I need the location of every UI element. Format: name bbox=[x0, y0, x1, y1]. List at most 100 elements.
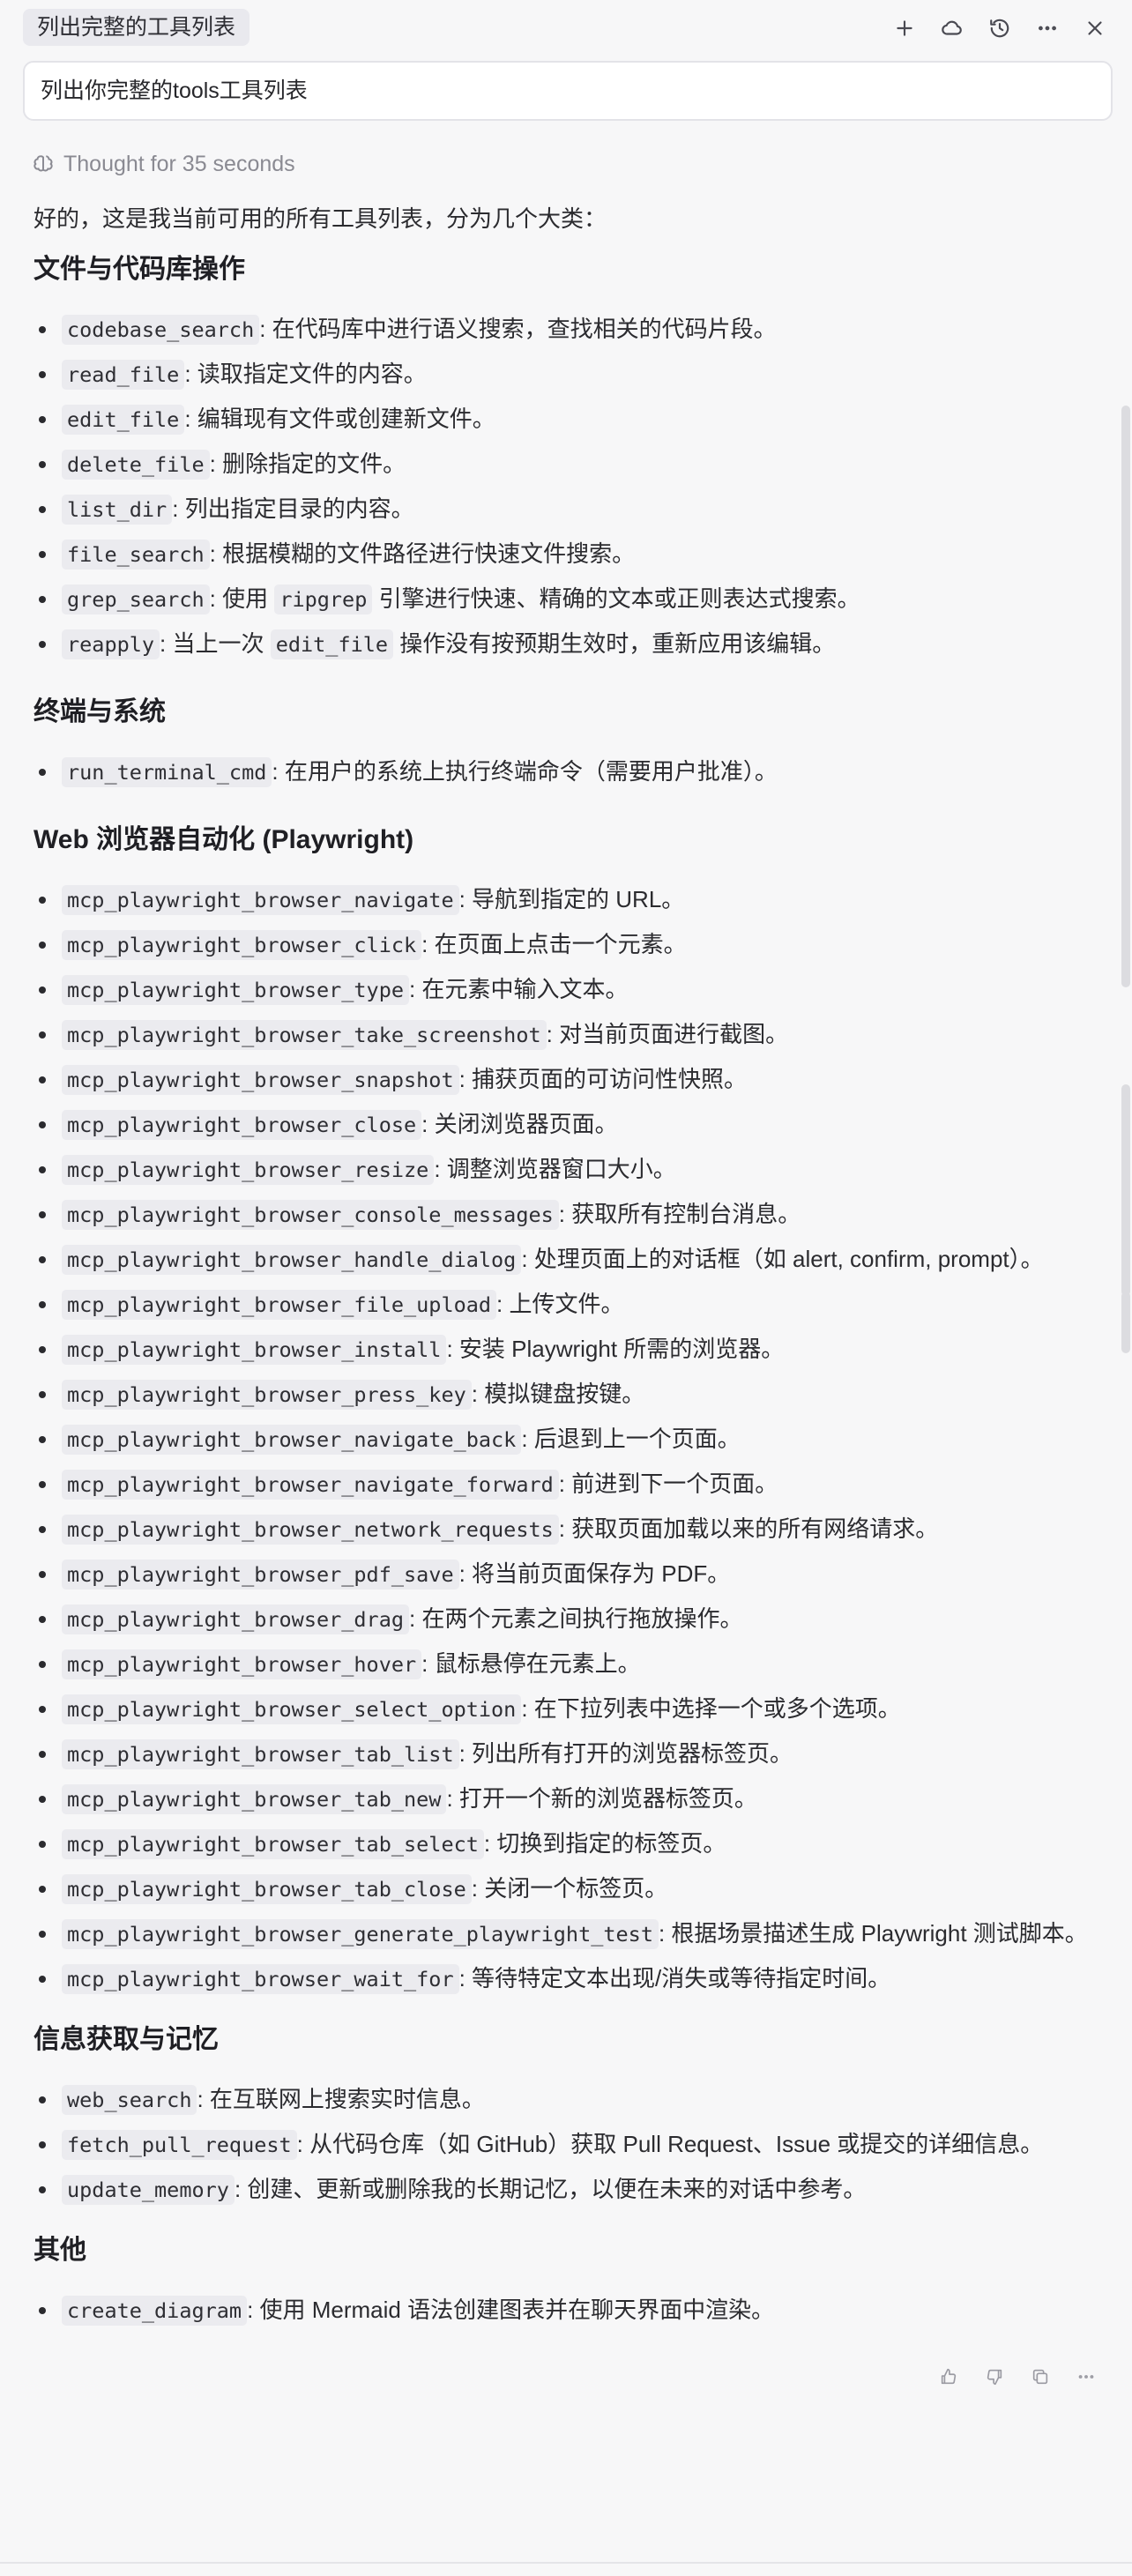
tool-list-item: codebase_search: 在代码库中进行语义搜索，查找相关的代码片段。 bbox=[34, 307, 1091, 352]
cloud-button[interactable] bbox=[935, 11, 970, 46]
tool-description: : 捕获页面的可访问性快照。 bbox=[458, 1066, 748, 1092]
tool-list: mcp_playwright_browser_navigate: 导航到指定的 … bbox=[34, 877, 1091, 2001]
tool-list-item: mcp_playwright_browser_pdf_save: 将当前页面保存… bbox=[34, 1552, 1091, 1597]
toolbar bbox=[887, 11, 1113, 46]
tool-name: mcp_playwright_browser_press_key bbox=[62, 1380, 472, 1410]
tool-list-item: mcp_playwright_browser_navigate: 导航到指定的 … bbox=[34, 877, 1091, 922]
section-title: 文件与代码库操作 bbox=[34, 255, 245, 284]
tool-description: : 切换到指定的标签页。 bbox=[483, 1830, 726, 1857]
tool-list-item: mcp_playwright_browser_snapshot: 捕获页面的可访… bbox=[34, 1057, 1091, 1102]
tool-description: : 获取页面加载以来的所有网络请求。 bbox=[558, 1515, 939, 1542]
new-chat-button[interactable] bbox=[887, 11, 922, 46]
message-more-button[interactable] bbox=[1072, 2363, 1100, 2391]
tool-description: : 前进到下一个页面。 bbox=[558, 1470, 778, 1497]
tool-description: : 列出指定目录的内容。 bbox=[172, 495, 414, 522]
tool-list-item: mcp_playwright_browser_press_key: 模拟键盘按键… bbox=[34, 1372, 1091, 1417]
tool-list-item: file_search: 根据模糊的文件路径进行快速文件搜索。 bbox=[34, 532, 1091, 577]
tool-description: : 当上一次 bbox=[160, 630, 271, 657]
section-title: Web 浏览器自动化 (Playwright) bbox=[34, 825, 414, 854]
tool-description: : 编辑现有文件或创建新文件。 bbox=[184, 406, 495, 432]
tool-name: delete_file bbox=[62, 450, 210, 480]
tool-description: : 创建、更新或删除我的长期记忆，以便在未来的对话中参考。 bbox=[234, 2176, 867, 2202]
tool-description: : 使用 bbox=[209, 585, 275, 612]
tool-list: web_search: 在互联网上搜索实时信息。 fetch_pull_reque… bbox=[34, 2077, 1091, 2212]
tool-list-item: edit_file: 编辑现有文件或创建新文件。 bbox=[34, 397, 1091, 442]
tool-name: mcp_playwright_browser_tab_list bbox=[62, 1739, 459, 1769]
tool-list-item: run_terminal_cmd: 在用户的系统上执行终端命令（需要用户批准）。 bbox=[34, 749, 1091, 794]
inline-code: edit_file bbox=[270, 629, 394, 659]
tool-list-item: mcp_playwright_browser_install: 安装 Playw… bbox=[34, 1327, 1091, 1372]
title-bar: 列出完整的工具列表 bbox=[0, 0, 1132, 56]
tool-description: : 列出所有打开的浏览器标签页。 bbox=[458, 1740, 793, 1767]
tool-list-item: list_dir: 列出指定目录的内容。 bbox=[34, 487, 1091, 532]
tool-name: mcp_playwright_browser_resize bbox=[62, 1155, 435, 1185]
tool-description: : 打开一个新的浏览器标签页。 bbox=[446, 1785, 757, 1812]
tool-description: : 等待特定文本出现/消失或等待指定时间。 bbox=[458, 1965, 891, 1992]
tool-description: : 在两个元素之间执行拖放操作。 bbox=[409, 1605, 743, 1632]
tool-name: mcp_playwright_browser_type bbox=[62, 975, 410, 1005]
tool-description: : 关闭一个标签页。 bbox=[471, 1875, 668, 1902]
tool-description: 引擎进行快速、精确的文本或正则表达式搜索。 bbox=[372, 585, 860, 612]
tool-list-item: web_search: 在互联网上搜索实时信息。 bbox=[34, 2077, 1091, 2122]
tool-name: mcp_playwright_browser_navigate bbox=[62, 885, 459, 915]
tool-list-item: mcp_playwright_browser_tab_list: 列出所有打开的… bbox=[34, 1731, 1091, 1776]
tool-name: edit_file bbox=[62, 405, 185, 435]
scrollbar-thumb[interactable] bbox=[1121, 406, 1130, 987]
tool-name: mcp_playwright_browser_generate_playwrig… bbox=[62, 1919, 659, 1949]
tool-list-item: mcp_playwright_browser_hover: 鼠标悬停在元素上。 bbox=[34, 1642, 1091, 1686]
tool-name: file_search bbox=[62, 540, 210, 570]
tool-name: mcp_playwright_browser_tab_close bbox=[62, 1874, 472, 1904]
tool-description: : 从代码仓库（如 GitHub）获取 Pull Request、Issue 或… bbox=[296, 2131, 1044, 2157]
copy-button[interactable] bbox=[1026, 2363, 1054, 2391]
tool-name: mcp_playwright_browser_file_upload bbox=[62, 1290, 497, 1320]
tool-name: mcp_playwright_browser_install bbox=[62, 1335, 447, 1365]
more-options-button[interactable] bbox=[1030, 11, 1065, 46]
close-icon bbox=[1088, 21, 1102, 35]
chat-tab-title[interactable]: 列出完整的工具列表 bbox=[23, 9, 250, 46]
tool-name: mcp_playwright_browser_drag bbox=[62, 1604, 410, 1634]
tool-list-item: mcp_playwright_browser_close: 关闭浏览器页面。 bbox=[34, 1102, 1091, 1147]
tool-name: mcp_playwright_browser_navigate_forward bbox=[62, 1470, 559, 1500]
user-prompt[interactable]: 列出你完整的tools工具列表 bbox=[23, 61, 1113, 121]
tool-description: : 获取所有控制台消息。 bbox=[558, 1201, 801, 1227]
history-icon bbox=[990, 19, 1009, 38]
tool-description: : 对当前页面进行截图。 bbox=[546, 1021, 789, 1047]
tool-description: : 在元素中输入文本。 bbox=[409, 976, 629, 1002]
tool-list-item: mcp_playwright_browser_navigate_forward:… bbox=[34, 1462, 1091, 1507]
tool-list-item: mcp_playwright_browser_resize: 调整浏览器窗口大小… bbox=[34, 1147, 1091, 1192]
thumbs-up-button[interactable] bbox=[935, 2363, 963, 2391]
tool-name: run_terminal_cmd bbox=[62, 757, 272, 787]
scrollbar[interactable] bbox=[1118, 388, 1132, 1463]
tool-list-item: mcp_playwright_browser_tab_close: 关闭一个标签… bbox=[34, 1866, 1091, 1911]
scrollbar-thumb[interactable] bbox=[1121, 1292, 1130, 1353]
tool-list-item: mcp_playwright_browser_drag: 在两个元素之间执行拖放… bbox=[34, 1597, 1091, 1642]
close-button[interactable] bbox=[1077, 11, 1113, 46]
tool-name: reapply bbox=[62, 629, 160, 659]
thumbs-down-icon bbox=[987, 2369, 1002, 2386]
tool-list-item: reapply: 当上一次 edit_file 操作没有按预期生效时，重新应用该… bbox=[34, 622, 1091, 666]
section-title: 信息获取与记忆 bbox=[34, 2025, 219, 2054]
tool-list-item: mcp_playwright_browser_wait_for: 等待特定文本出… bbox=[34, 1956, 1091, 2001]
thought-toggle[interactable]: Thought for 35 seconds bbox=[32, 146, 295, 182]
tool-description: : 鼠标悬停在元素上。 bbox=[421, 1650, 641, 1677]
section-title: 其他 bbox=[34, 2236, 86, 2265]
response-intro: 好的，这是我当前可用的所有工具列表，分为几个大类： bbox=[34, 205, 607, 232]
tool-description: : 上传文件。 bbox=[496, 1291, 624, 1317]
tool-list-item: mcp_playwright_browser_file_upload: 上传文件… bbox=[34, 1282, 1091, 1327]
thumbs-down-button[interactable] bbox=[980, 2363, 1009, 2391]
more-icon bbox=[1039, 26, 1056, 31]
tool-description: : 安装 Playwright 所需的浏览器。 bbox=[446, 1336, 785, 1362]
tool-name: mcp_playwright_browser_handle_dialog bbox=[62, 1245, 522, 1275]
tool-list-item: mcp_playwright_browser_generate_playwrig… bbox=[34, 1911, 1091, 1956]
tool-list-item: update_memory: 创建、更新或删除我的长期记忆，以便在未来的对话中参… bbox=[34, 2167, 1091, 2212]
assistant-response: 好的，这是我当前可用的所有工具列表，分为几个大类： 文件与代码库操作 codeba… bbox=[34, 197, 1091, 2333]
scrollbar-thumb[interactable] bbox=[1121, 1084, 1130, 1296]
tool-name: mcp_playwright_browser_network_requests bbox=[62, 1515, 559, 1545]
tool-name: list_dir bbox=[62, 495, 173, 525]
tool-description: : 在代码库中进行语义搜索，查找相关的代码片段。 bbox=[259, 316, 777, 342]
tool-name: mcp_playwright_browser_click bbox=[62, 930, 422, 960]
tool-name: mcp_playwright_browser_close bbox=[62, 1110, 422, 1140]
history-button[interactable] bbox=[982, 11, 1017, 46]
tool-name: mcp_playwright_browser_console_messages bbox=[62, 1200, 559, 1230]
inline-code: ripgrep bbox=[274, 584, 373, 614]
